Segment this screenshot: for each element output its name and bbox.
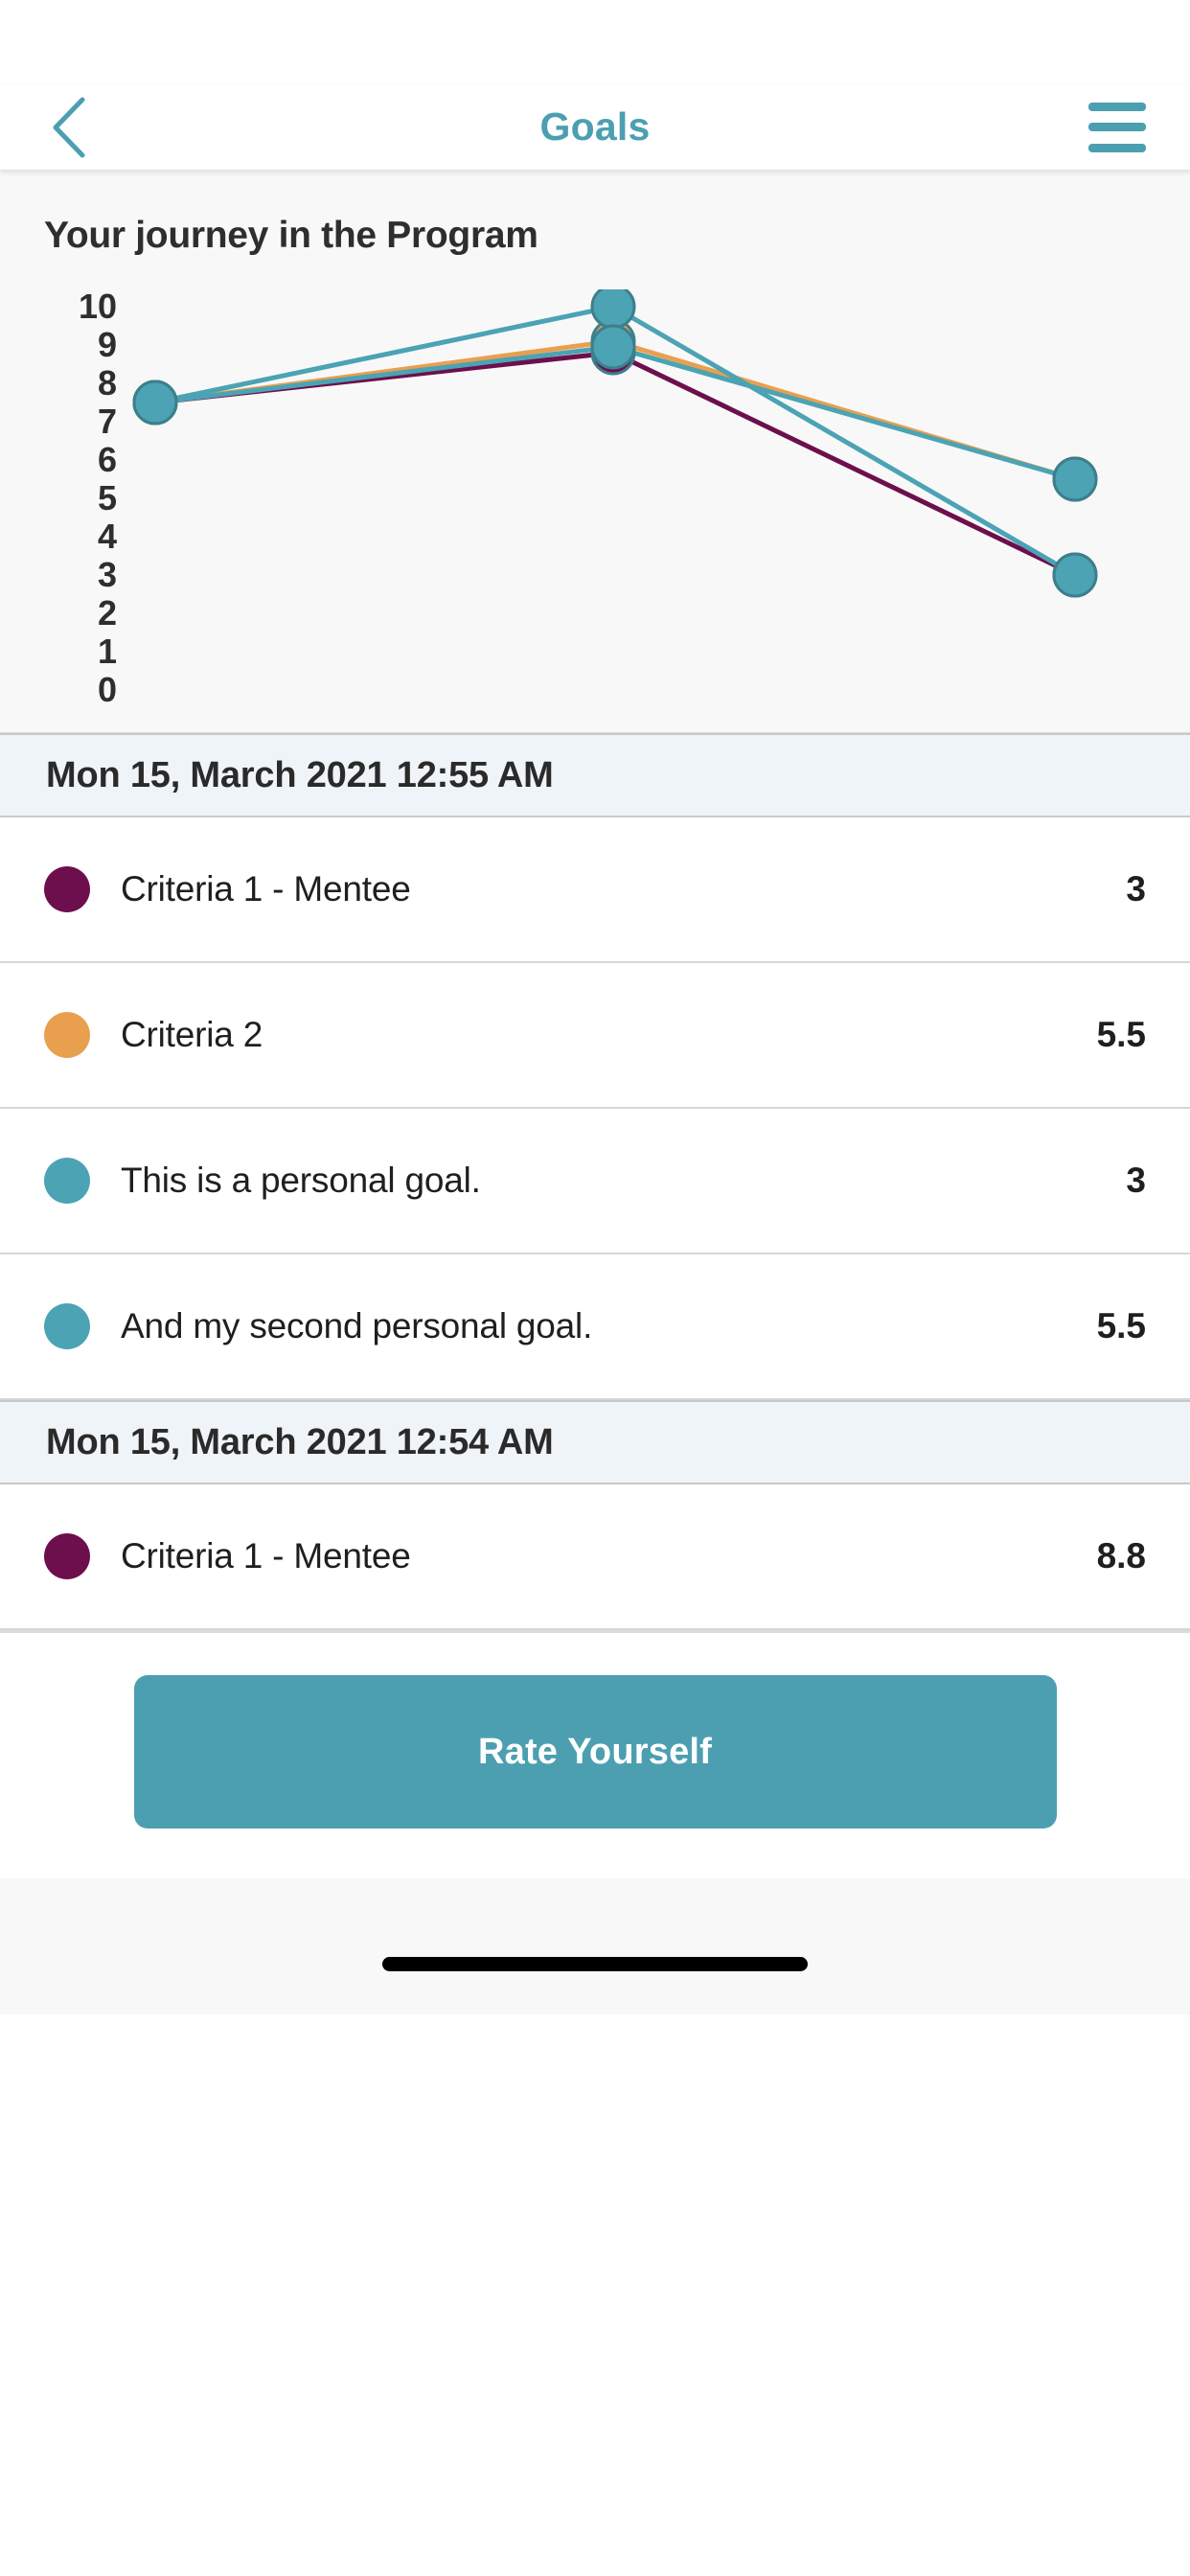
rate-yourself-label: Rate Yourself <box>477 1731 713 1772</box>
rating-row-label: Criteria 2 <box>121 1015 263 1054</box>
rating-row-label: Criteria 1 - Mentee <box>121 1536 411 1576</box>
chevron-left-icon <box>53 97 85 157</box>
date-group-label: Mon 15, March 2021 12:55 AM <box>46 754 554 795</box>
series-color-dot-icon <box>44 1303 90 1349</box>
rate-yourself-button[interactable]: Rate Yourself <box>133 1675 1057 1828</box>
ratings-list: Mon 15, March 2021 12:55 AM Criteria 1 - … <box>0 733 1190 1630</box>
chart-data-point[interactable] <box>1052 552 1098 598</box>
cta-container: Rate Yourself <box>0 1630 1190 1878</box>
rating-row-label: Criteria 1 - Mentee <box>121 869 411 908</box>
back-button[interactable] <box>42 94 96 161</box>
rating-row[interactable]: This is a personal goal. 3 <box>0 1109 1190 1254</box>
hamburger-line-1 <box>1088 102 1146 111</box>
chart-data-point[interactable] <box>1052 456 1098 502</box>
journey-line-chart[interactable]: 10 9 8 7 6 5 4 3 2 1 0 <box>0 287 1190 740</box>
date-group-label: Mon 15, March 2021 12:54 AM <box>46 1421 554 1462</box>
series-color-dot-icon <box>44 1158 90 1204</box>
hamburger-line-2 <box>1088 123 1146 131</box>
page-title: Goals <box>539 104 651 149</box>
chart-plot-area <box>132 289 1098 598</box>
series-color-dot-icon <box>44 1533 90 1579</box>
hamburger-line-3 <box>1088 143 1146 152</box>
series-color-dot-icon <box>44 866 90 912</box>
app-screen: Goals Your journey in the Program 10 9 8 7 6… <box>0 0 1190 2576</box>
rating-row[interactable]: Criteria 1 - Mentee 3 <box>0 817 1190 963</box>
chart-data-point[interactable] <box>590 324 636 370</box>
chart-data-point[interactable] <box>590 289 636 330</box>
rating-row-label: This is a personal goal. <box>121 1161 481 1200</box>
rating-row[interactable]: Criteria 1 - Mentee 8.8 <box>0 1484 1190 1630</box>
home-indicator[interactable] <box>382 1956 808 1971</box>
home-indicator-area <box>0 1878 1190 2014</box>
app-header: Goals <box>0 84 1190 171</box>
date-group-header: Mon 15, March 2021 12:54 AM <box>0 1400 1190 1484</box>
rating-row-value: 5.5 <box>1096 1306 1146 1346</box>
rating-row-value: 3 <box>1126 1161 1146 1200</box>
rating-row[interactable]: Criteria 2 5.5 <box>0 963 1190 1109</box>
date-group-header: Mon 15, March 2021 12:55 AM <box>0 733 1190 817</box>
rating-row-value: 3 <box>1126 869 1146 908</box>
rating-row-label: And my second personal goal. <box>121 1306 593 1346</box>
status-bar <box>0 0 1190 84</box>
rating-row-value: 8.8 <box>1096 1536 1146 1576</box>
chart-title: Your journey in the Program <box>44 215 538 256</box>
chart-data-point[interactable] <box>132 380 178 426</box>
series-color-dot-icon <box>44 1012 90 1058</box>
rating-row-value: 5.5 <box>1096 1015 1146 1054</box>
chart-card: Your journey in the Program 10 9 8 7 6 5 4 3 2 1 0 <box>0 171 1190 733</box>
hamburger-menu-icon[interactable] <box>1088 102 1146 152</box>
rating-row[interactable]: And my second personal goal. 5.5 <box>0 1254 1190 1400</box>
